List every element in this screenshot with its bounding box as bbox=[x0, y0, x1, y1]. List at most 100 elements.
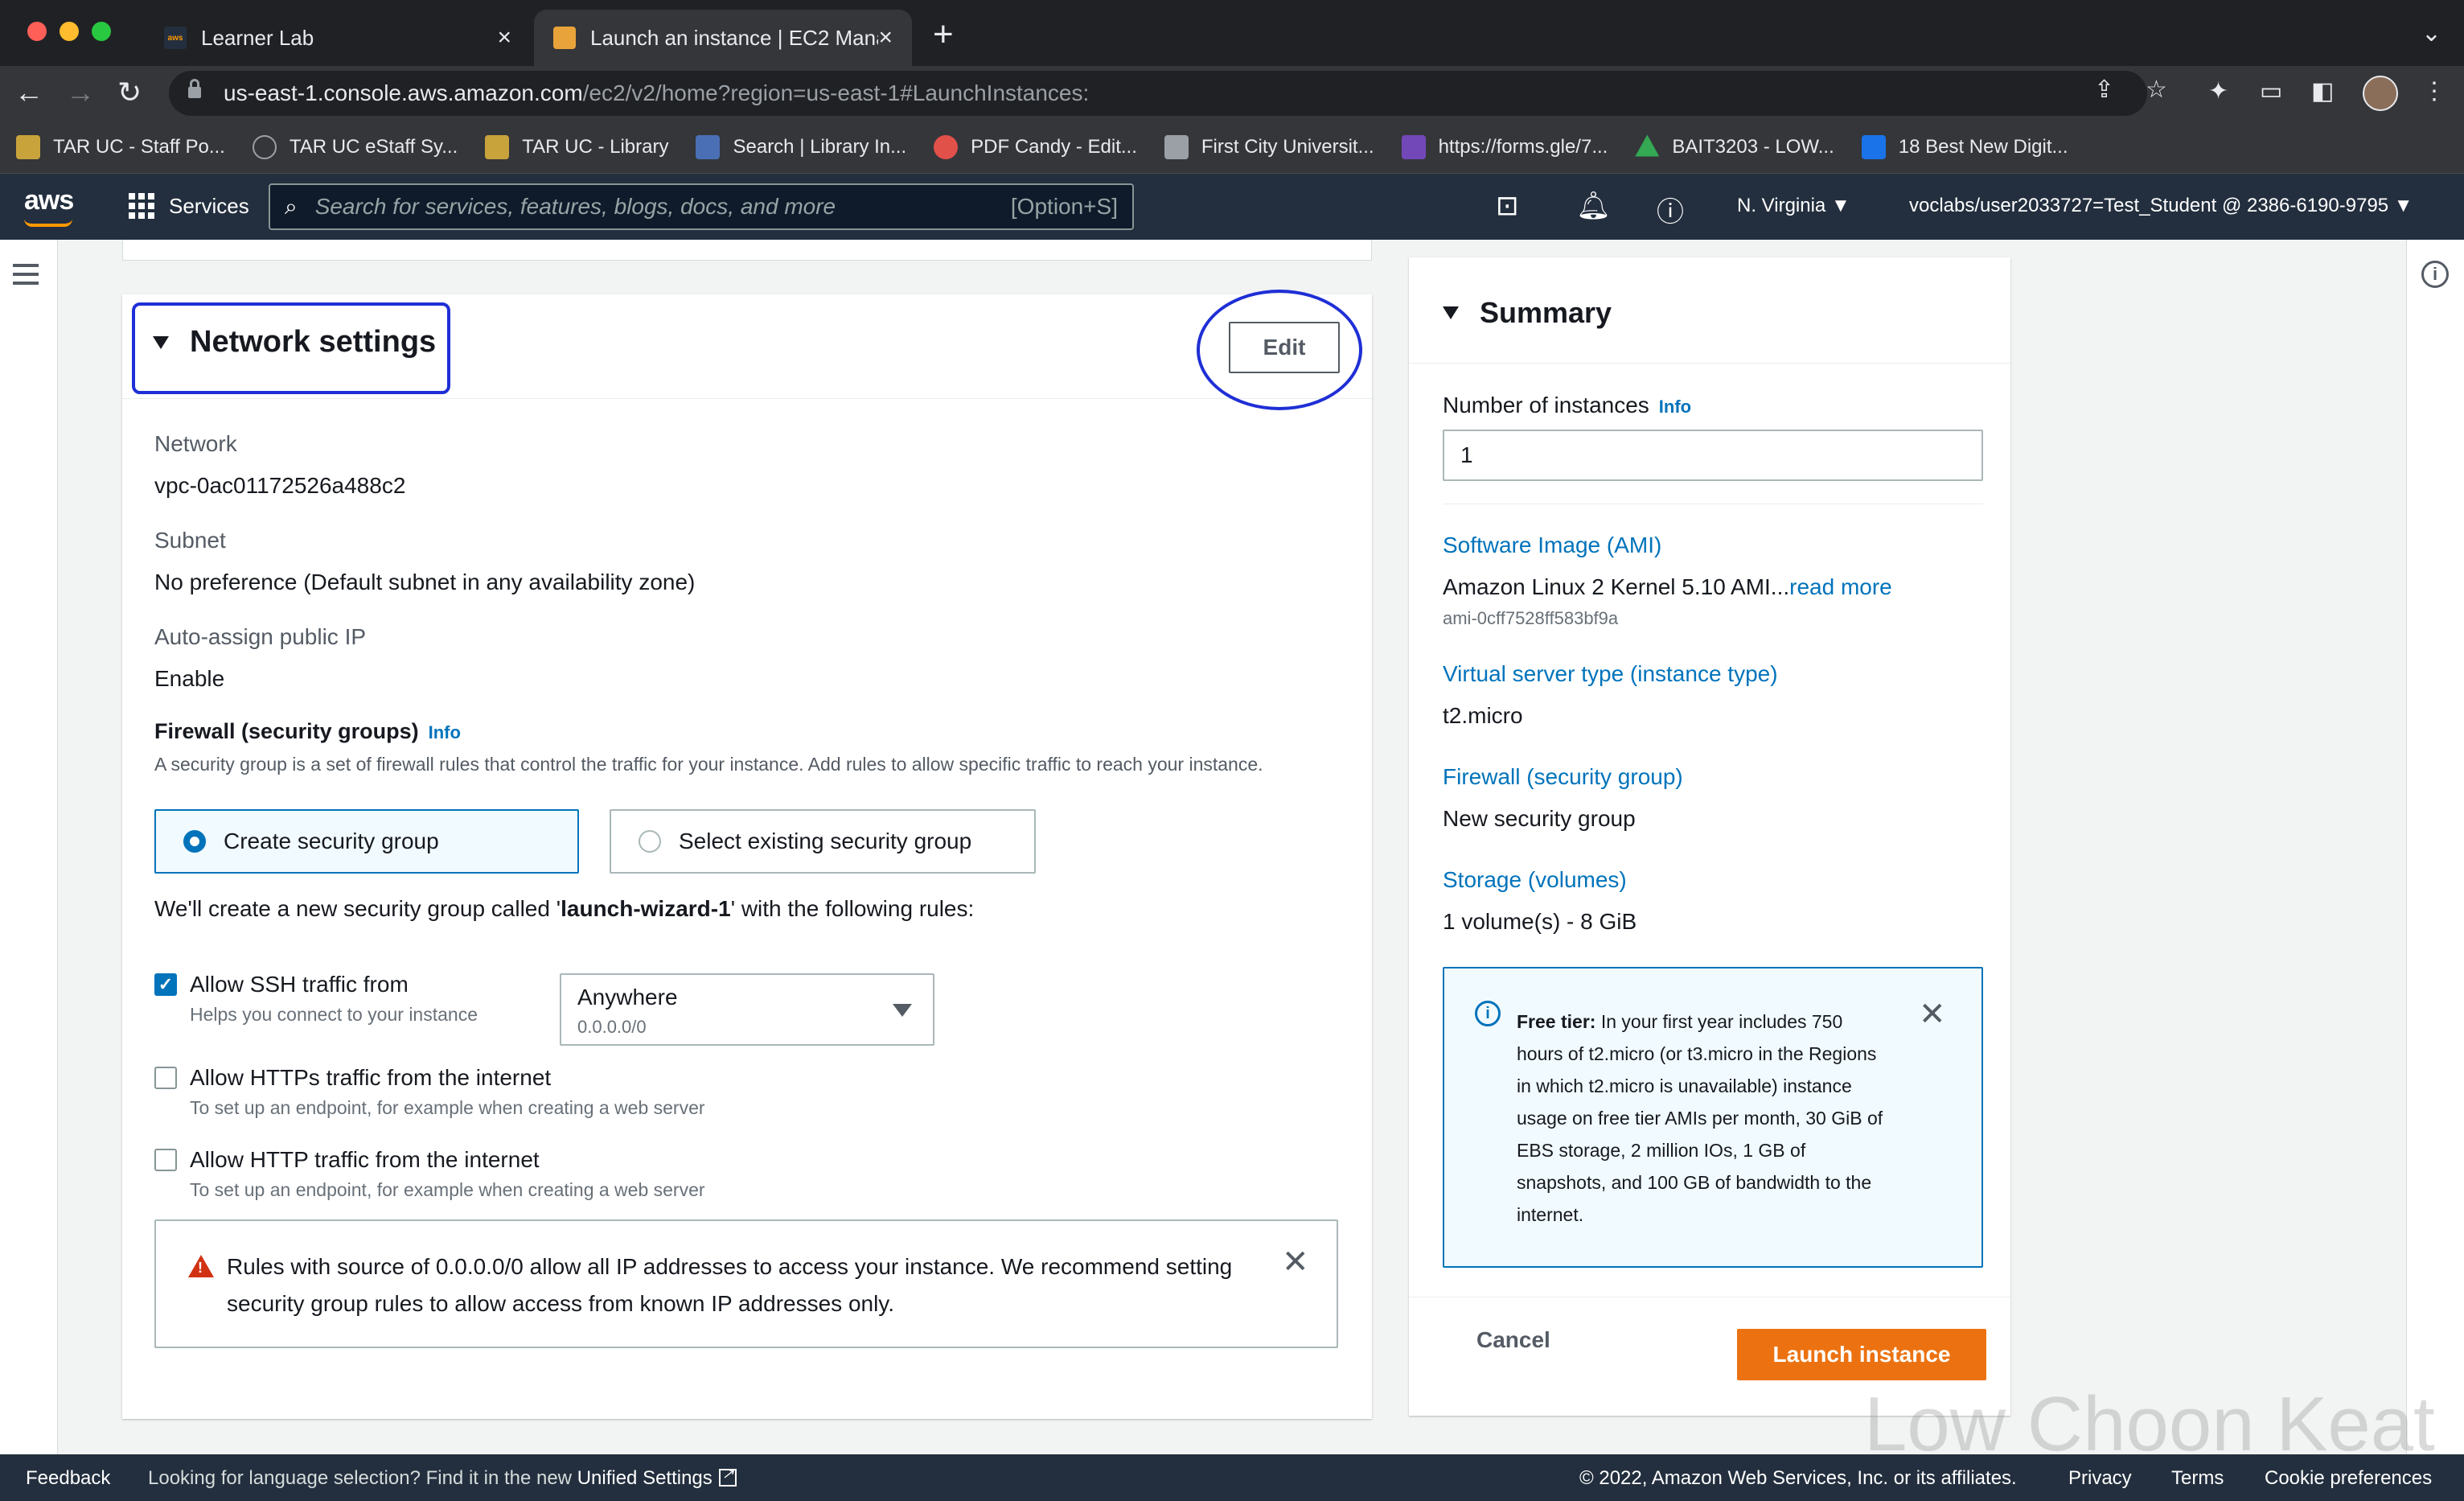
cast-icon[interactable]: ▭ bbox=[2260, 77, 2282, 105]
bookmark-item[interactable]: TAR UC - Library bbox=[485, 134, 668, 159]
ssh-source-select[interactable]: Anywhere 0.0.0.0/0 bbox=[560, 973, 934, 1046]
bookmark-item[interactable]: TAR UC - Staff Po... bbox=[16, 134, 225, 159]
https-checkbox[interactable] bbox=[154, 1067, 177, 1089]
ssh-checkbox[interactable]: ✓ bbox=[154, 973, 177, 996]
panel-header: Network settings Edit bbox=[122, 290, 1372, 410]
external-link-icon bbox=[718, 1466, 737, 1487]
tab-launch-instance[interactable]: Launch an instance | EC2 Management Cons… bbox=[534, 10, 912, 66]
bookmark-item[interactable]: 18 Best New Digit... bbox=[1861, 134, 2068, 159]
share-icon[interactable]: ⇪ bbox=[2094, 76, 2114, 104]
number-of-instances-input[interactable] bbox=[1443, 430, 1983, 481]
title-highlight-annotation bbox=[132, 302, 450, 394]
region-selector[interactable]: N. Virginia ▼ bbox=[1737, 195, 1850, 217]
storage-link[interactable]: Storage (volumes) bbox=[1443, 867, 1627, 893]
cancel-button[interactable]: Cancel bbox=[1476, 1327, 1550, 1353]
globe-icon bbox=[252, 134, 277, 159]
forms-icon bbox=[1401, 134, 1426, 159]
info-link[interactable]: Info bbox=[1659, 397, 1691, 417]
left-navigation-rail bbox=[0, 240, 58, 1454]
bookmark-item[interactable]: BAIT3203 - LOW... bbox=[1635, 134, 1834, 159]
reload-icon[interactable]: ↻ bbox=[117, 76, 142, 109]
url-path: /ec2/v2/home?region=us-east-1#LaunchInst… bbox=[582, 80, 1090, 105]
warning-icon bbox=[188, 1255, 214, 1277]
forward-arrow-icon[interactable]: → bbox=[66, 76, 95, 109]
tab-learner-lab[interactable]: aws Learner Lab × bbox=[145, 10, 531, 66]
create-security-group-option[interactable]: Create security group bbox=[154, 809, 579, 874]
instance-type-link[interactable]: Virtual server type (instance type) bbox=[1443, 661, 1778, 687]
free-tier-alert: i Free tier: In your first year includes… bbox=[1443, 967, 1983, 1268]
close-icon[interactable]: × bbox=[497, 24, 511, 51]
feedback-link[interactable]: Feedback bbox=[26, 1467, 110, 1490]
info-link[interactable]: Info bbox=[429, 722, 461, 742]
summary-toggle[interactable]: Summary bbox=[1443, 296, 1612, 330]
tab-search-chevron-icon[interactable]: ⌄ bbox=[2421, 19, 2441, 47]
close-window-button[interactable] bbox=[27, 22, 47, 41]
bookmark-item[interactable]: First City Universit... bbox=[1164, 134, 1374, 159]
close-icon[interactable]: × bbox=[878, 24, 893, 51]
security-group-name: launch-wizard-1 bbox=[561, 896, 731, 921]
aws-logo[interactable]: aws bbox=[24, 185, 74, 216]
launch-instance-button[interactable]: Launch instance bbox=[1737, 1329, 1986, 1380]
radio-unselected[interactable] bbox=[639, 830, 661, 853]
public-ip-label: Auto-assign public IP bbox=[154, 624, 367, 649]
services-menu-button[interactable]: Services bbox=[129, 193, 249, 219]
new-tab-button[interactable]: + bbox=[933, 14, 954, 55]
side-panel-icon[interactable]: ◧ bbox=[2311, 77, 2334, 105]
services-label: Services bbox=[169, 193, 249, 218]
bookmark-item[interactable]: https://forms.gle/7... bbox=[1401, 134, 1608, 159]
right-info-rail: i bbox=[2406, 240, 2464, 1454]
terms-link[interactable]: Terms bbox=[2171, 1467, 2224, 1490]
close-icon[interactable]: ✕ bbox=[1919, 996, 1946, 1033]
cloudshell-icon[interactable]: ⊡ bbox=[1496, 190, 1519, 222]
subnet-value: No preference (Default subnet in any ava… bbox=[154, 570, 696, 594]
ec2-cube-icon bbox=[553, 27, 576, 49]
aws-console-nav: aws Services ⌕ Search for services, feat… bbox=[0, 174, 2464, 240]
open-source-warning: Rules with source of 0.0.0.0/0 allow all… bbox=[154, 1219, 1338, 1348]
bookmarks-bar: TAR UC - Staff Po... TAR UC eStaff Sy...… bbox=[0, 121, 2464, 174]
summary-panel: Summary Number of instancesInfo Software… bbox=[1409, 257, 2010, 1416]
maximize-window-button[interactable] bbox=[92, 22, 111, 41]
minimize-window-button[interactable] bbox=[60, 22, 79, 41]
aws-search-input[interactable]: ⌕ Search for services, features, blogs, … bbox=[269, 183, 1134, 230]
address-bar[interactable]: us-east-1.console.aws.amazon.com/ec2/v2/… bbox=[169, 71, 2147, 116]
caret-down-icon bbox=[1443, 306, 1459, 319]
summary-title: Summary bbox=[1480, 296, 1612, 329]
bookmark-star-icon[interactable]: ☆ bbox=[2146, 76, 2167, 104]
privacy-link[interactable]: Privacy bbox=[2068, 1467, 2132, 1490]
firewall-link[interactable]: Firewall (security group) bbox=[1443, 764, 1683, 790]
notifications-bell-icon[interactable]: 🔔︎ bbox=[1576, 190, 1611, 222]
extensions-puzzle-icon[interactable]: ✦ bbox=[2208, 77, 2228, 105]
storage-value: 1 volume(s) - 8 GiB bbox=[1443, 909, 1637, 934]
bookmark-item[interactable]: TAR UC eStaff Sy... bbox=[252, 134, 458, 159]
blue-square-icon bbox=[1861, 134, 1886, 159]
public-ip-value: Enable bbox=[154, 666, 225, 691]
url-host: us-east-1.console.aws.amazon.com bbox=[224, 80, 583, 105]
help-icon[interactable]: ⓘ bbox=[1657, 190, 1684, 229]
browser-menu-icon[interactable]: ⋮ bbox=[2422, 77, 2446, 105]
hamburger-menu-icon[interactable] bbox=[13, 264, 39, 290]
cookie-preferences-link[interactable]: Cookie preferences bbox=[2265, 1467, 2432, 1490]
read-more-link[interactable]: read more bbox=[1789, 574, 1892, 599]
http-checkbox[interactable] bbox=[154, 1149, 177, 1171]
profile-avatar[interactable] bbox=[2363, 76, 2398, 111]
close-icon[interactable]: ✕ bbox=[1282, 1244, 1309, 1281]
ami-link[interactable]: Software Image (AMI) bbox=[1443, 533, 1661, 558]
shield-crest-icon bbox=[485, 134, 510, 159]
aws-smile-icon bbox=[24, 219, 72, 227]
info-icon: i bbox=[1475, 1001, 1501, 1026]
https-description: To set up an endpoint, for example when … bbox=[190, 1097, 705, 1118]
back-arrow-icon[interactable]: ← bbox=[14, 76, 43, 109]
radio-selected[interactable] bbox=[183, 830, 206, 853]
network-settings-panel: Network settings Edit Network vpc-0ac011… bbox=[122, 290, 1372, 1419]
account-menu[interactable]: voclabs/user2033727=Test_Student @ 2386-… bbox=[1909, 195, 2413, 217]
bookmark-item[interactable]: PDF Candy - Edit... bbox=[934, 134, 1137, 159]
drive-icon bbox=[1635, 134, 1660, 157]
search-placeholder: Search for services, features, blogs, do… bbox=[314, 194, 836, 219]
ssh-description: Helps you connect to your instance bbox=[190, 1004, 478, 1025]
bookmark-item[interactable]: Search | Library In... bbox=[696, 134, 906, 159]
firewall-value: New security group bbox=[1443, 806, 1636, 831]
select-existing-security-group-option[interactable]: Select existing security group bbox=[610, 809, 1036, 874]
select-cidr: 0.0.0.0/0 bbox=[577, 1017, 647, 1037]
info-panel-icon[interactable]: i bbox=[2421, 261, 2449, 288]
unified-settings-link[interactable]: Unified Settings bbox=[577, 1467, 713, 1489]
